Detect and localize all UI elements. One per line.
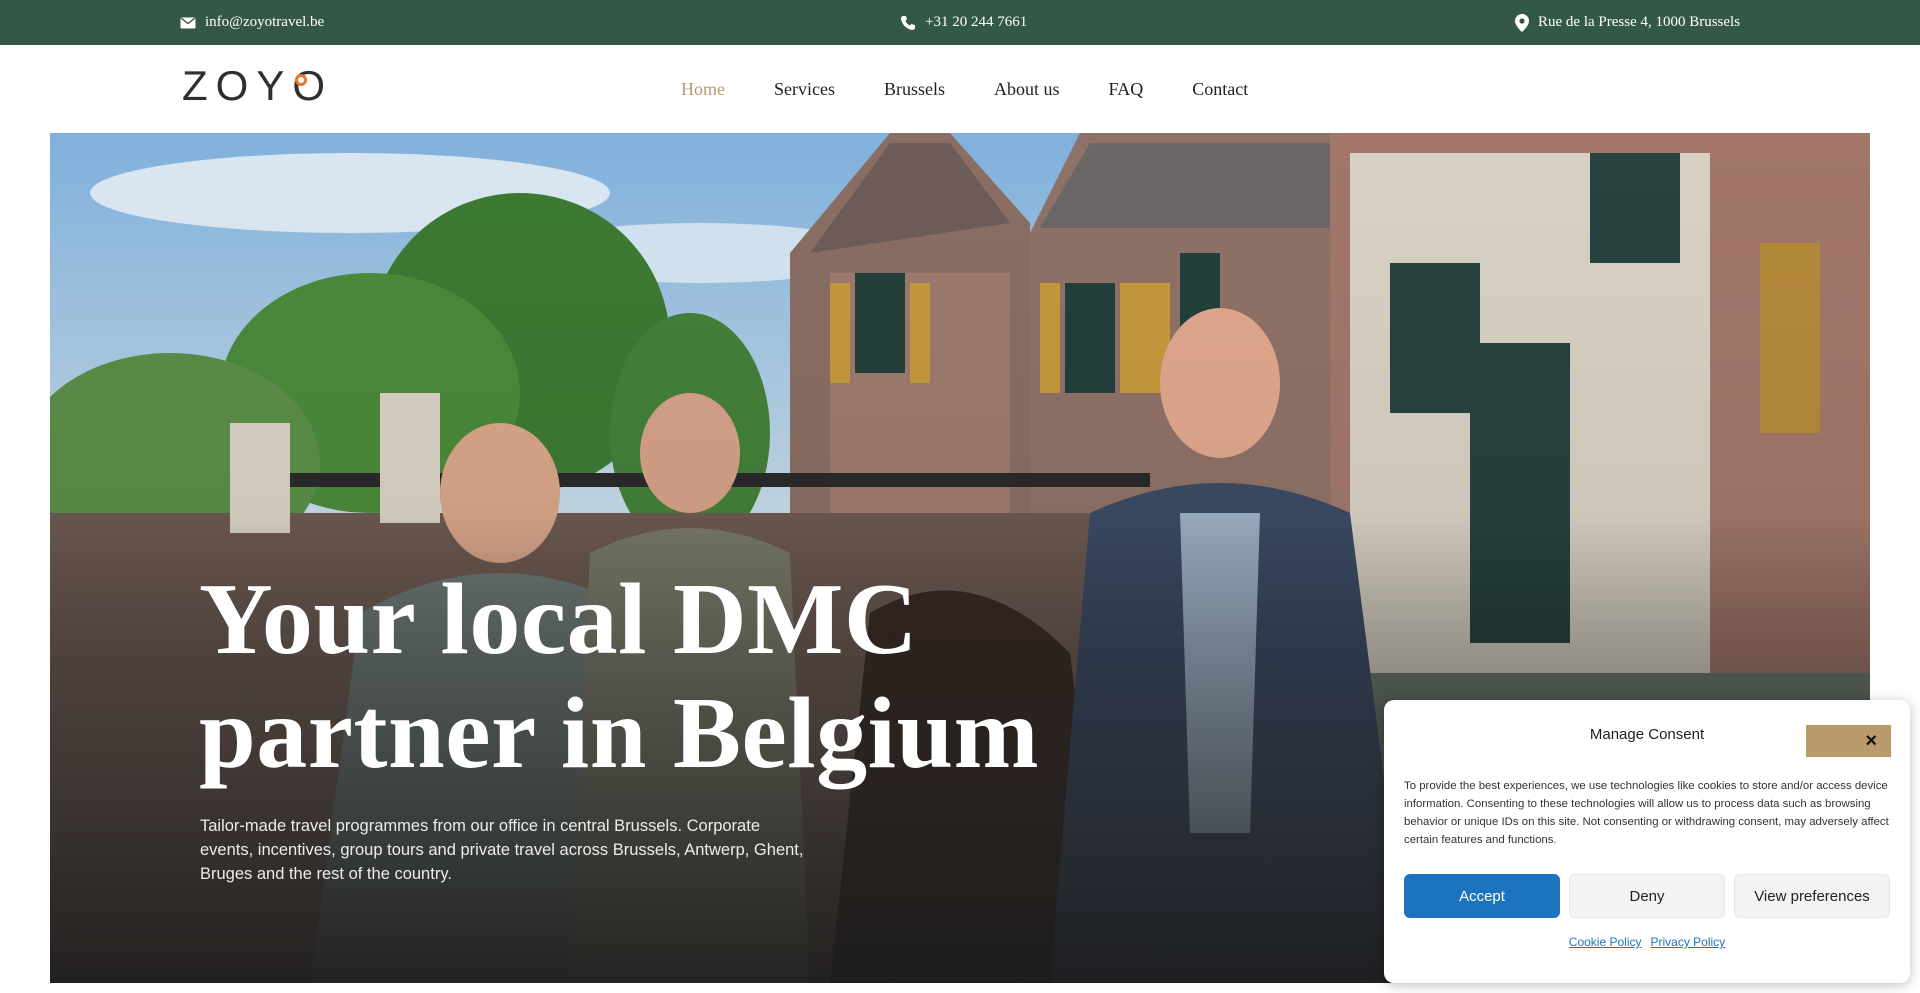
main-nav: Home Services Brussels About us FAQ Cont… <box>681 45 1297 133</box>
cookie-consent-dialog: Manage Consent × To provide the best exp… <box>1384 700 1910 983</box>
address-text: Rue de la Presse 4, 1000 Brussels <box>1538 14 1741 30</box>
topbar-address: Rue de la Presse 4, 1000 Brussels <box>1515 0 1740 45</box>
nav-contact[interactable]: Contact <box>1192 79 1248 100</box>
consent-close-button[interactable]: × <box>1806 725 1891 757</box>
nav-about-us[interactable]: About us <box>994 79 1060 100</box>
zoyo-logo[interactable]: ZOYO <box>182 61 333 111</box>
nav-brussels[interactable]: Brussels <box>884 79 945 100</box>
hero-heading-line-2: partner in Belgium <box>199 677 1040 790</box>
view-preferences-button[interactable]: View preferences <box>1734 874 1890 918</box>
consent-description: To provide the best experiences, we use … <box>1404 780 1889 846</box>
close-icon[interactable]: × <box>1865 731 1877 751</box>
nav-services[interactable]: Services <box>774 79 835 100</box>
hero-subtitle: Tailor-made travel programmes from our o… <box>200 817 804 883</box>
consent-policy-links: Cookie Policy Privacy Policy <box>1384 935 1910 949</box>
topbar-email[interactable]: info@zoyotravel.be <box>180 0 324 45</box>
top-contact-bar: info@zoyotravel.be +31 20 244 7661 Rue d… <box>0 0 1920 45</box>
site-header: ZOYO Home Services Brussels About us FAQ… <box>0 45 1920 133</box>
hero-heading: Your local DMC partner in Belgium <box>199 563 1099 791</box>
phone-text[interactable]: +31 20 244 7661 <box>925 14 1027 31</box>
cookie-policy-link[interactable]: Cookie Policy <box>1569 935 1642 949</box>
location-pin-icon <box>1515 13 1529 32</box>
nav-faq[interactable]: FAQ <box>1109 79 1144 100</box>
logo-compass-icon <box>295 74 307 86</box>
topbar-phone[interactable]: +31 20 244 7661 <box>900 0 1027 45</box>
envelope-icon <box>180 16 196 28</box>
nav-home[interactable]: Home <box>681 79 725 100</box>
deny-button[interactable]: Deny <box>1569 874 1725 918</box>
email-text[interactable]: info@zoyotravel.be <box>205 14 324 31</box>
accept-button[interactable]: Accept <box>1404 874 1560 918</box>
phone-icon <box>901 15 915 30</box>
privacy-policy-link[interactable]: Privacy Policy <box>1651 935 1726 949</box>
hero-heading-line-1: Your local DMC <box>199 563 919 676</box>
